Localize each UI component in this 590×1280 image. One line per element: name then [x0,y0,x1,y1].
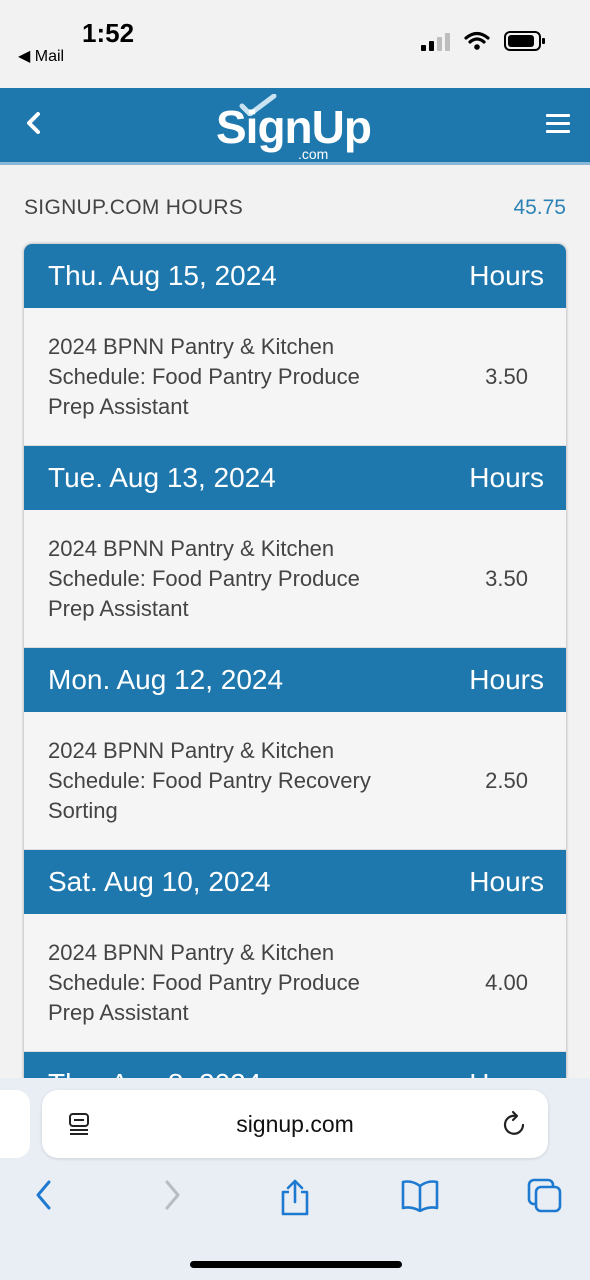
forward-arrow-icon[interactable] [160,1178,184,1212]
day-header: Sat. Aug 10, 2024 Hours [24,850,566,914]
status-icons [421,30,546,52]
url-text: signup.com [236,1111,354,1137]
day-date: Sat. Aug 10, 2024 [48,866,271,897]
event-row[interactable]: 2024 BPNN Pantry & Kitchen Schedule: Foo… [24,308,566,446]
day-hours-header: Hours [469,866,544,897]
event-hours: 2.50 [485,767,528,793]
cellular-signal-icon [421,31,450,51]
day-hours-header: Hours [469,664,544,695]
event-row[interactable]: 2024 BPNN Pantry & Kitchen Schedule: Foo… [24,914,566,1052]
event-hours: 3.50 [485,565,528,591]
back-chevron-icon[interactable] [20,108,50,138]
day-date: Thu. Aug 15, 2024 [48,260,277,291]
day-hours-header: Hours [469,462,544,493]
event-name: 2024 BPNN Pantry & Kitchen Schedule: Foo… [48,535,360,621]
day-hours-header: Hours [469,260,544,291]
event-row[interactable]: 2024 BPNN Pantry & Kitchen Schedule: Foo… [24,712,566,850]
hours-summary-label: SIGNUP.COM HOURS [24,196,244,219]
back-arrow-icon[interactable] [32,1178,56,1212]
tabs-icon[interactable] [527,1178,563,1214]
day-header: Thu. Aug 8, 2024 Hours [24,1052,566,1080]
day-header: Thu. Aug 15, 2024 Hours [24,244,566,308]
app-header: SignUp .com [0,88,590,165]
browser-bottom-bar: signup.com [0,1078,590,1280]
day-group: Thu. Aug 8, 2024 Hours [24,1052,566,1080]
wifi-icon [464,31,490,50]
day-group: Mon. Aug 12, 2024 Hours 2024 BPNN Pantry… [24,648,566,850]
day-date: Mon. Aug 12, 2024 [48,664,284,695]
previous-tab-preview[interactable] [0,1090,30,1158]
hamburger-menu-icon[interactable] [546,114,570,134]
hours-summary-total: 45.75 [513,196,566,219]
day-header: Mon. Aug 12, 2024 Hours [24,648,566,712]
day-header: Tue. Aug 13, 2024 Hours [24,446,566,510]
address-bar[interactable]: signup.com [42,1090,548,1158]
battery-icon [504,31,545,51]
home-indicator [190,1261,402,1268]
event-name: 2024 BPNN Pantry & Kitchen Schedule: Foo… [48,737,371,823]
status-time: 1:52 [82,18,135,48]
hours-list: Thu. Aug 15, 2024 Hours 2024 BPNN Pantry… [24,244,566,1080]
status-bar: 1:52 ◀ Mail [0,0,590,88]
share-icon[interactable] [279,1178,311,1216]
bookmarks-icon[interactable] [401,1178,439,1212]
event-name: 2024 BPNN Pantry & Kitchen Schedule: Foo… [48,333,360,419]
reload-icon[interactable] [502,1110,528,1138]
event-hours: 4.00 [485,969,528,995]
day-group: Sat. Aug 10, 2024 Hours 2024 BPNN Pantry… [24,850,566,1052]
event-hours: 3.50 [485,363,528,389]
signup-logo[interactable]: SignUp .com [216,94,386,162]
back-to-mail-link[interactable]: ◀ Mail [18,46,64,66]
day-date: Tue. Aug 13, 2024 [48,462,276,493]
event-row[interactable]: 2024 BPNN Pantry & Kitchen Schedule: Foo… [24,510,566,648]
day-group: Thu. Aug 15, 2024 Hours 2024 BPNN Pantry… [24,244,566,446]
event-name: 2024 BPNN Pantry & Kitchen Schedule: Foo… [48,939,360,1025]
browser-toolbar [0,1178,590,1218]
day-group: Tue. Aug 13, 2024 Hours 2024 BPNN Pantry… [24,446,566,648]
logo-domain: .com [298,146,329,162]
logo-wordmark: SignUp [216,101,372,153]
